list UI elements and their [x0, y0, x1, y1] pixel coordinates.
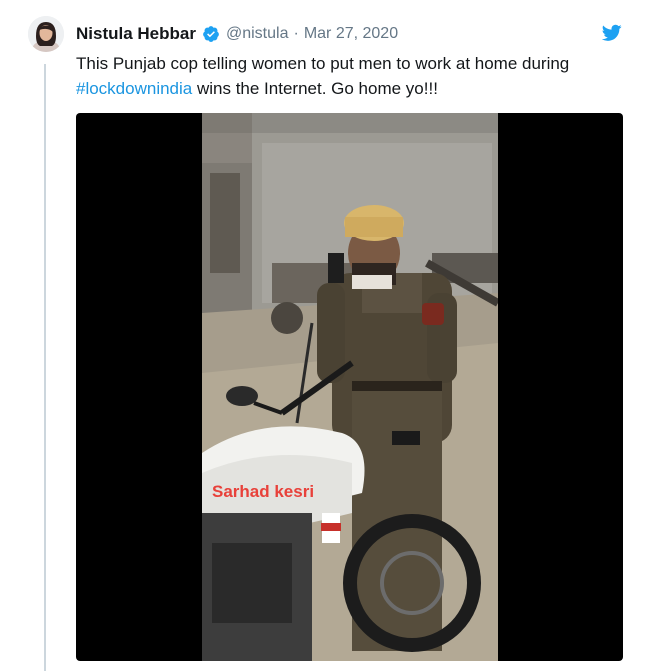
- video-player[interactable]: Sarhad kesri: [76, 113, 623, 661]
- tweet-date[interactable]: Mar 27, 2020: [304, 25, 398, 43]
- tweet-text: This Punjab cop telling women to put men…: [76, 51, 626, 101]
- video-frame[interactable]: Sarhad kesri: [202, 113, 498, 661]
- separator-dot: ·: [293, 25, 299, 42]
- thread-line: [44, 64, 46, 671]
- video-watermark: Sarhad kesri: [212, 482, 315, 501]
- video-scene: [202, 113, 498, 661]
- hashtag-link[interactable]: #lockdownindia: [76, 79, 192, 98]
- avatar[interactable]: [28, 16, 64, 52]
- twitter-bird-icon[interactable]: [601, 24, 622, 42]
- tweet-text-part: wins the Internet. Go home yo!!!: [192, 79, 438, 98]
- author-name[interactable]: Nistula Hebbar: [76, 24, 196, 44]
- tweet-text-part: This Punjab cop telling women to put men…: [76, 54, 570, 73]
- tweet-header: Nistula Hebbar @nistula · Mar 27, 2020: [76, 22, 398, 46]
- verified-badge-icon: [202, 25, 220, 43]
- author-handle[interactable]: @nistula: [226, 25, 289, 43]
